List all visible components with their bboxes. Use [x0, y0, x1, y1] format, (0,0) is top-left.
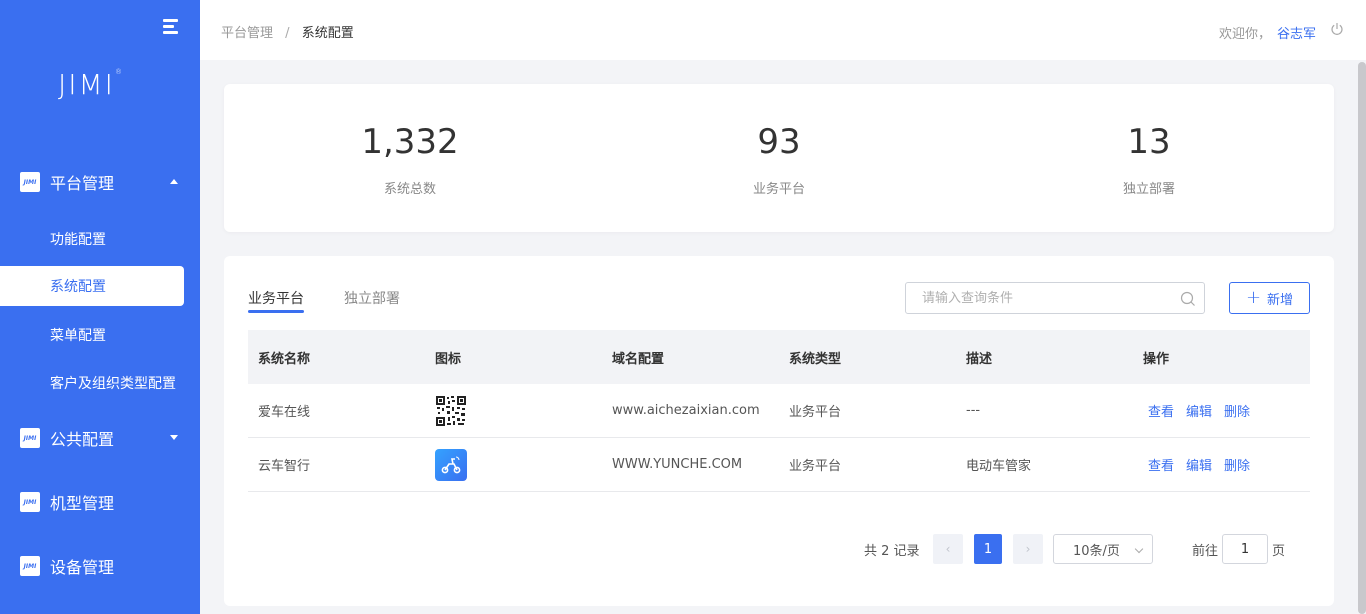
chevron-down-icon [1134, 544, 1144, 554]
search-input[interactable] [922, 283, 1182, 313]
caret-up-icon [170, 179, 178, 184]
submenu-item-feature-config[interactable]: 功能配置 [0, 219, 184, 259]
stat-label: 系统总数 [383, 182, 436, 197]
public-config-menu-icon: JIMI [20, 428, 40, 448]
search-icon[interactable] [1180, 291, 1196, 307]
stats-card: 1,332 系统总数 93 业务平台 13 独立部署 [224, 84, 1334, 232]
goto-label: 前往 [1192, 544, 1219, 559]
view-link[interactable]: 查看 [1148, 455, 1174, 474]
model-menu-icon: JIMI [20, 492, 40, 512]
menu-group-label: 平台管理 [50, 174, 115, 193]
caret-down-icon [170, 435, 178, 440]
power-icon[interactable] [1330, 22, 1344, 36]
stat-value: 1,332 [361, 122, 459, 162]
device-menu-icon: JIMI [20, 556, 40, 576]
prev-page-button[interactable]: ‹ [933, 534, 963, 564]
submenu-item-menu-config[interactable]: 菜单配置 [0, 315, 184, 355]
column-header-icon: 图标 [435, 351, 462, 367]
menu-group-label: 公共配置 [50, 430, 115, 449]
stat-total-systems: 1,332 系统总数 [310, 120, 510, 197]
chevron-right-icon: › [1025, 542, 1031, 556]
welcome-label: 欢迎你， [1218, 27, 1271, 42]
edit-link[interactable]: 编辑 [1186, 455, 1212, 474]
cell-domain: WWW.YUNCHE.COM [612, 457, 743, 472]
table-row: 爱车在线 www.aichezaixian.com 业务平台 --- 查看 编辑… [248, 384, 1310, 438]
breadcrumb: 平台管理 / 系统配置 [221, 22, 354, 41]
table-row: 云车智行 WWW.YUNCHE.COM 业务平台 电动车管家 查看 编辑 删除 [248, 438, 1310, 492]
menu-group-label: 设备管理 [50, 558, 115, 577]
column-header-actions: 操作 [1143, 351, 1170, 367]
menu-group-public-config[interactable]: JIMI 公共配置 [0, 418, 200, 458]
breadcrumb-separator: / [285, 26, 290, 41]
cell-system-type: 业务平台 [789, 459, 842, 474]
cell-system-name: 云车智行 [258, 459, 311, 474]
column-header-type: 系统类型 [789, 351, 842, 367]
stat-value: 93 [757, 122, 801, 162]
scrollbar-thumb[interactable] [1358, 62, 1366, 614]
cell-system-type: 业务平台 [789, 405, 842, 420]
submenu-item-customer-org-config[interactable]: 客户及组织类型配置 [0, 363, 184, 403]
cell-icon [425, 448, 602, 481]
stat-business-platform: 93 业务平台 [679, 120, 879, 197]
cell-system-name: 爱车在线 [258, 405, 311, 420]
plus-icon: + [1245, 287, 1262, 308]
breadcrumb-item-platform[interactable]: 平台管理 [221, 26, 273, 41]
cell-actions: 查看 编辑 删除 [1133, 455, 1310, 474]
table-header: 系统名称 图标 域名配置 系统类型 描述 操作 [248, 330, 1310, 384]
stat-value: 13 [1127, 122, 1171, 162]
view-link[interactable]: 查看 [1148, 401, 1174, 420]
page-size-select[interactable]: 10条/页 [1053, 534, 1153, 564]
cell-domain: www.aichezaixian.com [612, 403, 760, 418]
column-header-name: 系统名称 [258, 351, 311, 367]
next-page-button[interactable]: › [1013, 534, 1043, 564]
submenu-item-system-config[interactable]: 系统配置 [0, 266, 184, 306]
add-button[interactable]: + 新增 [1229, 282, 1310, 314]
delete-link[interactable]: 删除 [1224, 401, 1250, 420]
qr-code-icon [435, 394, 467, 427]
platform-menu-icon: JIMI [20, 172, 40, 192]
sidebar: JIMI® JIMI 平台管理 功能配置 系统配置 菜单配置 客户及组织类型配置… [0, 0, 200, 614]
pagination: 共 2 记录 ‹ 1 › 10条/页 前往 页 [224, 534, 1334, 564]
menu-group-label: 机型管理 [50, 494, 115, 513]
goto-suffix: 页 [1272, 544, 1286, 559]
active-tab-indicator [248, 310, 304, 313]
cell-actions: 查看 编辑 删除 [1133, 401, 1310, 420]
cell-description: --- [966, 403, 981, 418]
system-table: 系统名称 图标 域名配置 系统类型 描述 操作 爱车在线 www.aicheza… [248, 330, 1310, 492]
menu-group-model-management[interactable]: JIMI 机型管理 [0, 482, 200, 522]
add-button-label: 新增 [1267, 292, 1294, 308]
stat-label: 独立部署 [1122, 182, 1175, 197]
top-header: 平台管理 / 系统配置 欢迎你， 谷志军 [200, 0, 1366, 60]
logo: JIMI® [58, 68, 124, 101]
column-header-description: 描述 [966, 351, 993, 367]
total-count: 共 2 记录 [864, 544, 920, 559]
tab-business-platform[interactable]: 业务平台 [248, 288, 304, 308]
column-header-domain: 域名配置 [612, 351, 665, 367]
search-box [905, 282, 1205, 314]
goto-page-input[interactable] [1222, 534, 1268, 564]
cell-icon [425, 394, 602, 427]
delete-link[interactable]: 删除 [1224, 455, 1250, 474]
breadcrumb-item-current: 系统配置 [301, 26, 354, 41]
stat-standalone-deploy: 13 独立部署 [1049, 120, 1249, 197]
scooter-icon [435, 448, 467, 481]
stat-label: 业务平台 [752, 182, 805, 197]
edit-link[interactable]: 编辑 [1186, 401, 1212, 420]
username-link[interactable]: 谷志军 [1277, 27, 1316, 42]
chevron-left-icon: ‹ [945, 542, 951, 556]
page-number-button[interactable]: 1 [974, 534, 1002, 564]
menu-toggle-icon[interactable] [163, 18, 181, 36]
tab-standalone-deploy[interactable]: 独立部署 [344, 288, 400, 308]
cell-description: 电动车管家 [966, 459, 1032, 474]
menu-group-device-management[interactable]: JIMI 设备管理 [0, 546, 200, 586]
welcome-text: 欢迎你， 谷志军 [1219, 23, 1316, 42]
system-list-card: 业务平台 独立部署 + 新增 系统名称 图标 域名配置 系统类型 描述 操作 爱… [224, 256, 1334, 606]
menu-group-platform[interactable]: JIMI 平台管理 [0, 162, 200, 202]
page-size-value: 10条/页 [1073, 543, 1120, 559]
